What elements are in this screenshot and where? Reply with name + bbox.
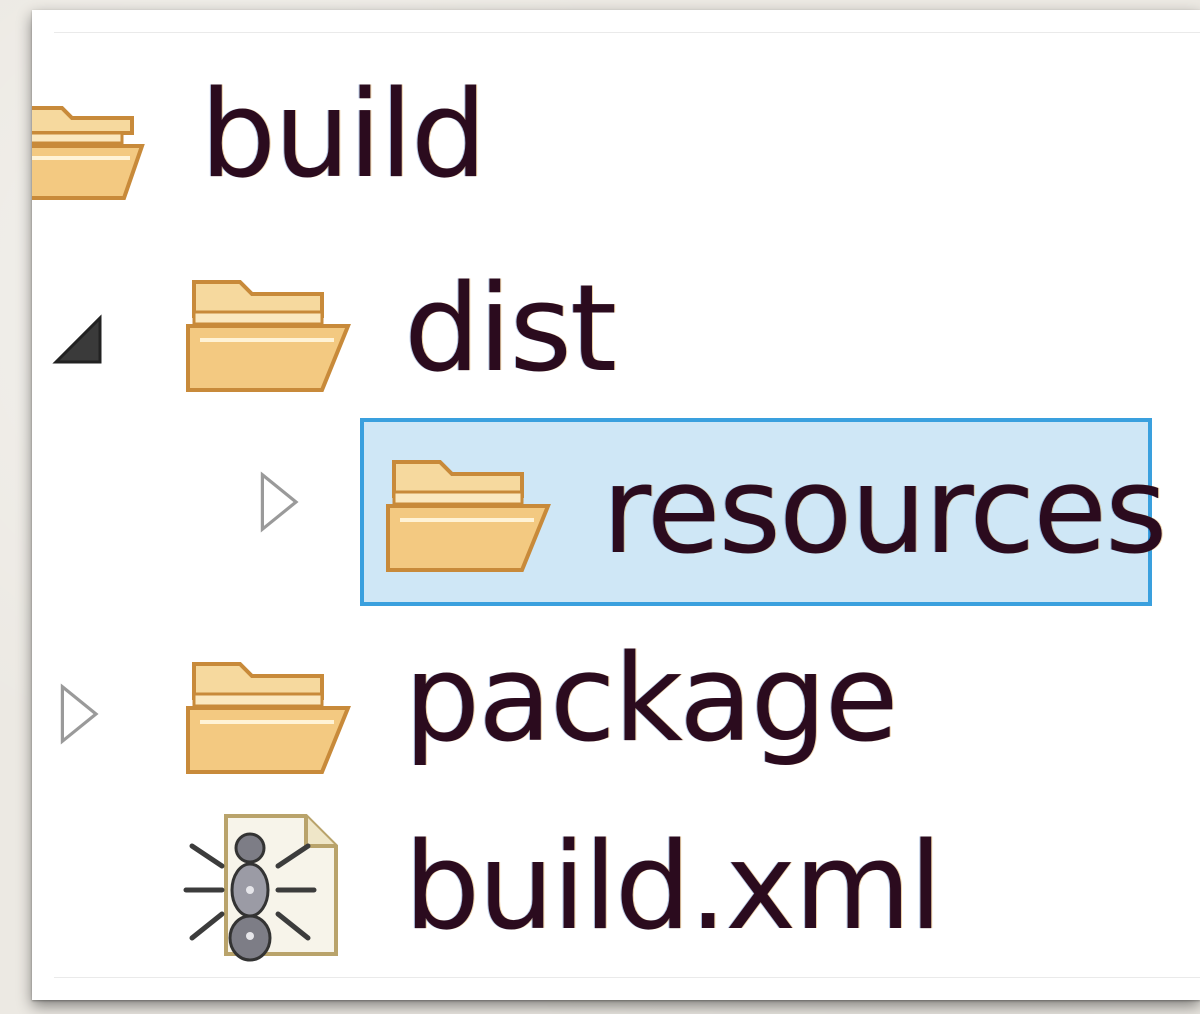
collapsed-triangle-icon[interactable] [50, 674, 110, 754]
project-explorer-view: build dist resources package build.xml [32, 10, 1200, 1000]
tree-row-build-xml[interactable]: build.xml [32, 800, 1200, 970]
tree-row-build[interactable]: build [32, 48, 1200, 218]
collapsed-triangle-icon[interactable] [250, 462, 310, 542]
tree-item-label: dist [404, 260, 617, 399]
folder-open-icon [186, 280, 351, 392]
tree-row-resources[interactable]: resources [32, 412, 1200, 606]
tree-row-package[interactable]: package [32, 630, 1200, 800]
tree-item-label: package [404, 630, 899, 769]
tree-item-label: build [200, 66, 487, 205]
folder-open-icon [386, 460, 551, 572]
tree-row-dist[interactable]: dist [32, 240, 1200, 410]
file-tree: build dist resources package build.xml [32, 10, 1200, 1000]
tree-item-label: resources [602, 442, 1168, 581]
folder-open-icon [186, 662, 351, 774]
ant-build-file-icon [183, 814, 338, 962]
expanded-triangle-icon[interactable] [52, 298, 112, 378]
tree-item-label: build.xml [404, 818, 942, 957]
folder-open-icon [32, 106, 145, 200]
